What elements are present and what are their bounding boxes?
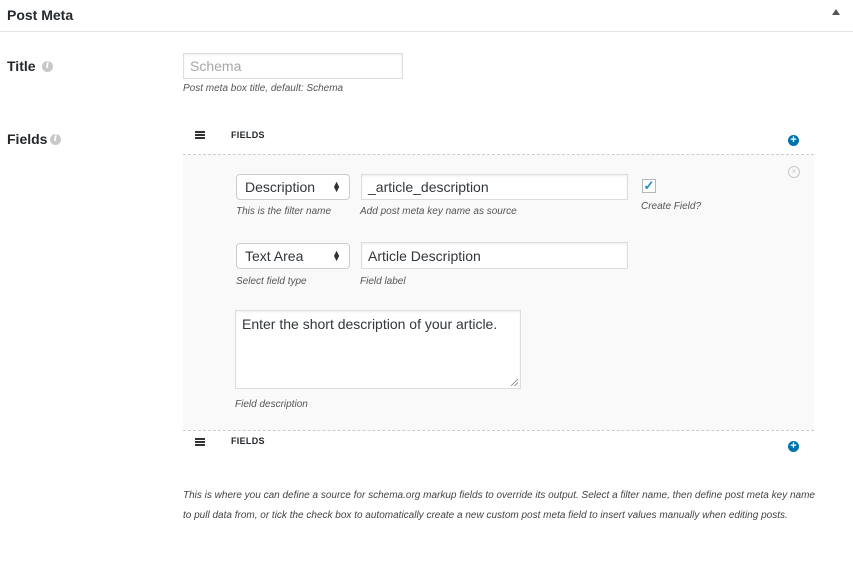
arrow-up-icon[interactable] — [832, 9, 840, 15]
postbox-header — [0, 0, 853, 32]
field-type-select[interactable]: Text Area ▲ ▼ — [236, 243, 350, 269]
field-label-value: Article Description — [368, 247, 481, 264]
remove-row-icon[interactable]: × — [788, 166, 800, 178]
field-label-help: Field label — [360, 276, 406, 287]
repeater-footer-label: FIELDS — [231, 436, 265, 446]
create-field-label: Create Field? — [641, 201, 702, 212]
field-type-help: Select field type — [236, 276, 307, 287]
postbox-title: Post Meta — [7, 7, 74, 23]
field-description-value: Enter the short description of your arti… — [242, 316, 498, 332]
field-type-value: Text Area — [245, 248, 304, 264]
fields-label: Fields — [7, 131, 48, 147]
filter-name-select[interactable]: Description ▲ ▼ — [236, 174, 350, 200]
field-description-help: Field description — [235, 399, 308, 410]
meta-key-input[interactable]: _article_description — [361, 174, 628, 200]
divider — [183, 430, 814, 431]
resize-handle-icon[interactable] — [511, 379, 518, 386]
repeater-header-label: FIELDS — [231, 130, 265, 140]
add-row-icon[interactable]: + — [788, 441, 799, 452]
drag-handle-icon[interactable] — [195, 131, 205, 139]
filter-name-help: This is the filter name — [236, 206, 332, 217]
title-label: Title — [7, 58, 36, 74]
add-row-icon[interactable]: + — [788, 135, 799, 146]
info-icon: i — [42, 61, 53, 72]
select-arrows-icon: ▲ ▼ — [332, 179, 341, 194]
select-arrows-icon: ▲ ▼ — [332, 248, 341, 263]
meta-key-help: Add post meta key name as source — [360, 206, 517, 217]
drag-handle-icon[interactable] — [195, 438, 205, 446]
fields-description-text: This is where you can define a source fo… — [183, 490, 815, 521]
meta-key-value: _article_description — [368, 179, 489, 195]
info-icon: i — [50, 134, 61, 145]
title-input-placeholder: Schema — [190, 58, 242, 74]
title-help-text: Post meta box title, default: Schema — [183, 83, 344, 94]
field-description-textarea[interactable]: Enter the short description of your arti… — [235, 310, 521, 389]
field-label-input[interactable]: Article Description — [361, 242, 628, 269]
filter-name-value: Description — [245, 179, 316, 195]
title-input[interactable]: Schema — [183, 53, 403, 79]
create-field-checkbox[interactable]: ✓ — [642, 179, 656, 193]
